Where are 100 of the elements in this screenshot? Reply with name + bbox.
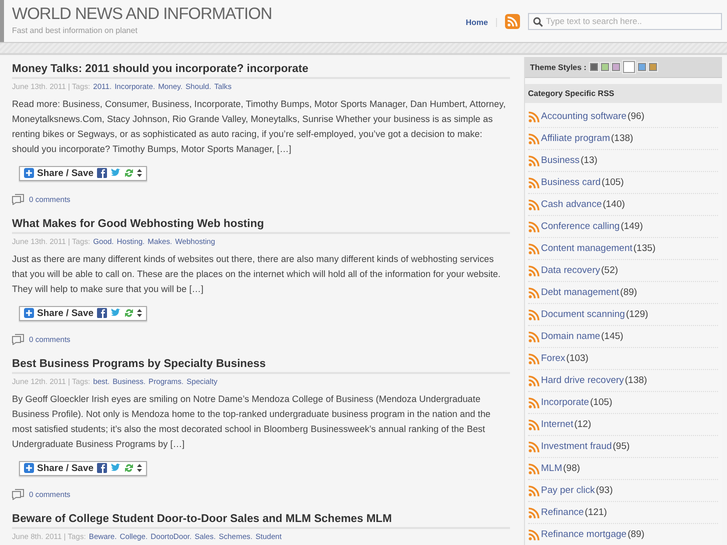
nav-link[interactable]: Home [466, 18, 497, 27]
theme-swatch[interactable] [612, 63, 620, 71]
facebook-icon [96, 463, 107, 473]
rss-icon[interactable] [528, 220, 540, 232]
share-button[interactable]: Share / Save [19, 166, 147, 180]
category-link[interactable]: Business card [541, 177, 601, 188]
theme-swatch[interactable] [638, 63, 646, 71]
category-link[interactable]: Accounting software [541, 111, 627, 122]
share-button[interactable]: Share / Save [19, 306, 147, 320]
rss-heading: Category Specific RSS [525, 84, 722, 103]
category-count: (89) [628, 529, 644, 540]
post-title[interactable]: Money Talks: 2011 should you incorporate? incorporate [12, 63, 510, 79]
post-excerpt: By Geoff Gloeckler Irish eyes are smiling on Notre Dame’s Mendoza College of Business (Mendoza Undergraduate Business Profile). Not only is Mendoza home to the top-ranked undergraduate business program in the nation and the most satisfied students; it’s also the most decorated school in Bloomberg Businessweek’s annual ranking of the Best Undergraduate Business Programs by […] [12, 393, 492, 451]
bird-icon [110, 168, 121, 178]
plus-icon [24, 463, 34, 473]
updown-caret-icon [136, 309, 142, 317]
rss-icon[interactable] [528, 352, 540, 364]
updown-caret-icon [136, 169, 142, 177]
category-link[interactable]: Business [541, 155, 580, 166]
theme-swatch[interactable] [601, 63, 610, 71]
rss-icon[interactable] [528, 154, 540, 166]
category-link[interactable]: Incorporate [541, 397, 590, 408]
rss-icon[interactable] [528, 286, 540, 298]
rss-icon[interactable] [528, 264, 540, 276]
category-link[interactable]: Pay per click [541, 485, 595, 496]
category-count: (145) [601, 331, 624, 342]
category-link[interactable]: Document scanning [541, 309, 625, 320]
theme-swatch[interactable] [649, 63, 658, 71]
category-link[interactable]: MLM [541, 463, 562, 474]
search-field[interactable]: Type text to search here.. [528, 12, 722, 30]
category-count: (13) [580, 155, 598, 166]
rss-icon[interactable] [528, 374, 540, 386]
rss-icon[interactable] [528, 242, 540, 254]
facebook-icon [96, 168, 107, 178]
category-count: (140) [602, 199, 625, 210]
rss-icon[interactable] [528, 528, 540, 540]
rss-icon[interactable] [528, 418, 540, 430]
rss-icon[interactable] [528, 176, 540, 188]
category-link[interactable]: Refinance [541, 507, 584, 518]
rss-icon[interactable] [528, 506, 540, 518]
post-title[interactable]: Beware of College Student Door-to-Door Sales and MLM Schemes MLM [12, 513, 510, 529]
category-count: (129) [626, 309, 648, 320]
post-excerpt: Read more: Business, Consumer, Business, Incorporate, Timothy Bumps, Motor Sports Manager, Dan Humbert, Attorney, Moneytalksnews.Com, Stacy Johnson, Rio Grande Valley, Moneytalks, Sunrise Whether your business is as simple as renting bikes or Segways, or as sophisticated as auto racing, if you’re self-employed, you’ve got a decision to make: should you incorporate? Timothy Bumps, Motor Sports Manager, […] [12, 98, 507, 156]
category-count: (105) [602, 177, 624, 188]
rss-icon[interactable] [528, 132, 540, 144]
refresh-icon [124, 308, 134, 318]
rss-icon[interactable] [528, 396, 540, 408]
plus-icon [24, 308, 34, 318]
category-count: (93) [596, 485, 613, 496]
rss-icon [507, 16, 518, 26]
category-count: (89) [620, 287, 638, 298]
site-tagline: Fast and best information on planet [12, 26, 138, 34]
category-link[interactable]: Conference calling [541, 221, 620, 232]
site-title: WORLD NEWS AND INFORMATION [12, 4, 273, 22]
category-count: (52) [601, 265, 618, 276]
rss-icon[interactable] [528, 308, 540, 320]
speech-bubble-icon [12, 194, 24, 205]
category-count: (138) [624, 375, 648, 386]
theme-swatch[interactable] [590, 63, 598, 71]
rss-icon[interactable] [528, 462, 540, 474]
category-count: (105) [590, 397, 612, 408]
category-count: (12) [574, 419, 592, 430]
category-link[interactable]: Data recovery [541, 265, 600, 276]
category-link[interactable]: Affiliate program [541, 133, 610, 144]
category-count: (96) [628, 111, 644, 122]
post-title[interactable]: What Makes for Good Webhosting Web hosting [12, 218, 510, 234]
speech-bubble-icon [12, 334, 24, 345]
category-link[interactable]: Internet [541, 419, 574, 430]
post-excerpt: Just as there are many different kinds of websites out there, there are also many different kinds of webhosting services that you will be able to call on. These are the places on the internet which will hold all of the information for your website. They will help to make sure that you will be […] [12, 253, 502, 296]
category-link[interactable]: Cash advance [541, 199, 602, 210]
speech-bubble-icon [12, 489, 24, 500]
theme-swatch[interactable] [623, 61, 636, 73]
category-count: (95) [612, 441, 630, 452]
category-link[interactable]: Domain name [541, 331, 600, 342]
category-link[interactable]: Content management [541, 243, 632, 254]
category-link[interactable]: Investment fraud [541, 441, 612, 452]
facebook-icon [96, 308, 107, 318]
rss-icon[interactable] [528, 484, 540, 496]
category-link[interactable]: Debt management [541, 287, 620, 298]
rss-icon[interactable] [528, 110, 540, 122]
refresh-icon [124, 168, 134, 178]
share-button[interactable]: Share / Save [19, 460, 147, 476]
rss-icon[interactable] [528, 440, 540, 452]
rss-icon[interactable] [528, 198, 540, 210]
category-count: (149) [620, 221, 643, 232]
category-count: (103) [566, 353, 588, 364]
category-count: (135) [633, 243, 656, 254]
rss-icon[interactable] [528, 330, 540, 342]
bird-icon [110, 308, 121, 318]
category-count: (138) [611, 133, 634, 144]
search-icon [533, 16, 543, 26]
bird-icon [110, 463, 121, 473]
post-title[interactable]: Best Business Programs by Specialty Business [12, 358, 510, 374]
rss-button[interactable] [505, 14, 520, 28]
category-count: (98) [563, 463, 580, 474]
category-link[interactable]: Hard drive recovery [541, 375, 624, 386]
plus-icon [24, 168, 34, 178]
updown-caret-icon [136, 464, 142, 472]
category-link[interactable]: Refinance mortgage [541, 529, 627, 540]
category-link[interactable]: Forex [541, 353, 566, 364]
